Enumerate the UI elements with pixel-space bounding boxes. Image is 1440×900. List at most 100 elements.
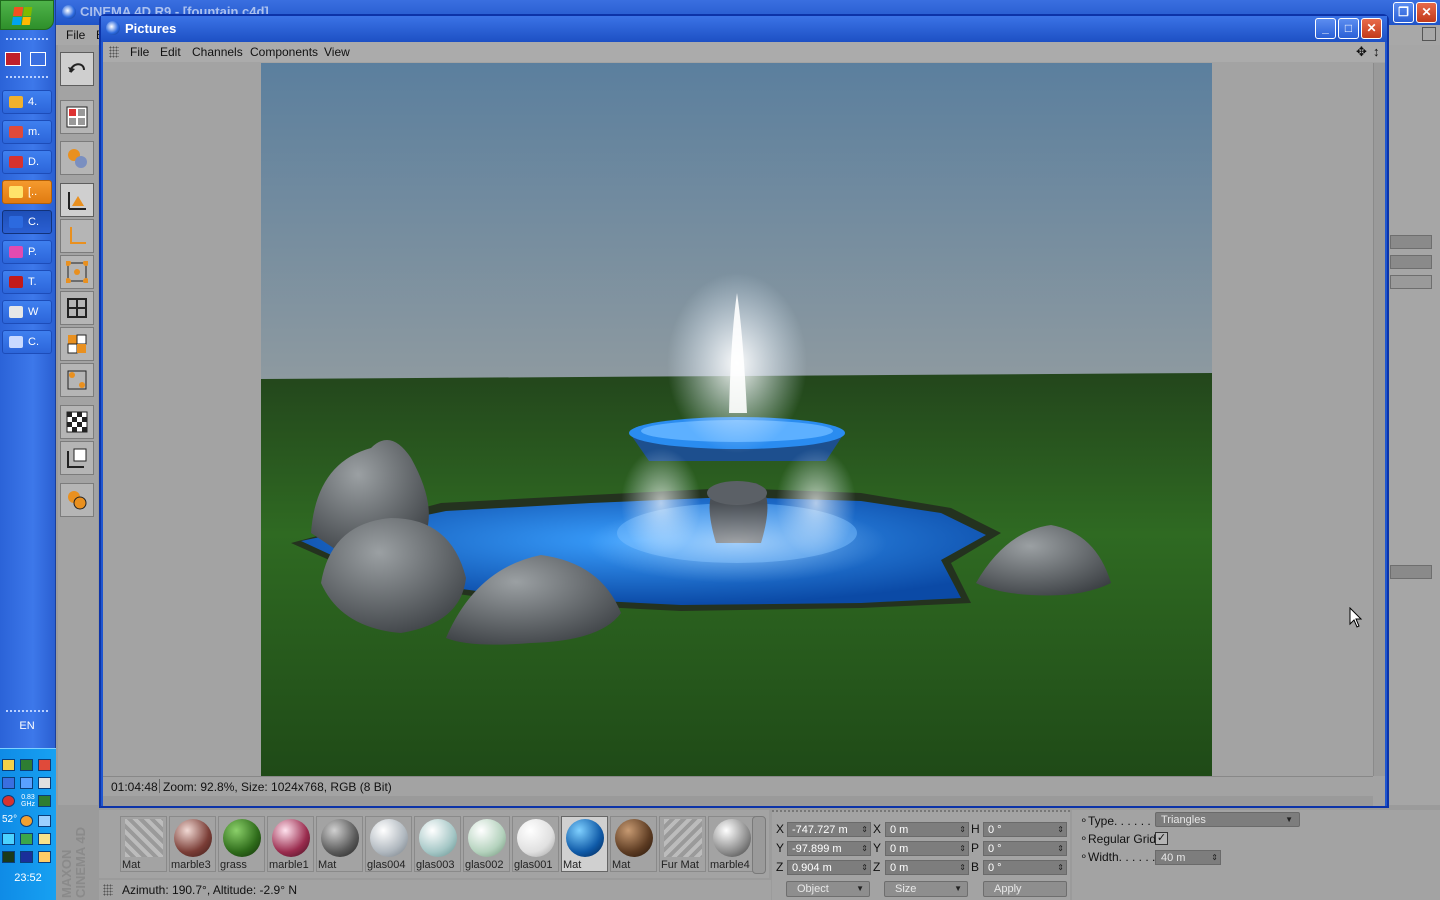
material-swatch[interactable]: glas001 [512, 816, 559, 872]
taskbar-task-2[interactable]: D. [2, 150, 52, 174]
side-panel-bar[interactable] [1390, 565, 1432, 579]
polygons-tool[interactable] [60, 327, 94, 361]
tray-cpu-icon[interactable] [20, 759, 33, 771]
position-field[interactable]: -97.899 m ⇕ [787, 841, 871, 856]
tray-arrows-icon[interactable] [20, 833, 33, 845]
rotation-field[interactable]: 0 ° ⇕ [983, 822, 1067, 837]
axis-tool[interactable] [60, 219, 94, 253]
tray-graph-icon[interactable] [2, 851, 15, 863]
taskbar-task-8[interactable]: C. [2, 330, 52, 354]
layout-icon[interactable] [1422, 27, 1436, 41]
maxon-logo: MAXON CINEMA 4D [59, 826, 88, 898]
taskbar-task-5[interactable]: P. [2, 240, 52, 264]
material-swatch[interactable]: Fur Mat [659, 816, 706, 872]
taskbar-task-3[interactable]: [.. [2, 180, 52, 204]
position-field[interactable]: 0.904 m ⇕ [787, 860, 871, 875]
tray-network-icon[interactable] [2, 777, 15, 789]
maximize-button[interactable]: □ [1338, 18, 1359, 39]
side-panel-bar[interactable] [1390, 235, 1432, 249]
taskbar-task-6[interactable]: T. [2, 270, 52, 294]
material-swatch[interactable]: glas004 [365, 816, 412, 872]
tray-disc-icon[interactable] [38, 815, 51, 827]
side-panel-bar[interactable] [1390, 255, 1432, 269]
size-mode-dropdown[interactable]: Size ▼ [884, 881, 968, 897]
task-app-icon [9, 246, 23, 258]
rotation-field[interactable]: 0 ° ⇕ [983, 860, 1067, 875]
tray-stats-icon[interactable] [20, 851, 33, 863]
points-tool[interactable] [60, 255, 94, 289]
horizontal-scrollbar[interactable] [103, 796, 1373, 806]
model-tool[interactable] [60, 183, 94, 217]
pictures-titlebar[interactable]: Pictures _ □ ✕ [101, 16, 1387, 42]
menu-edit[interactable]: Edit [160, 45, 181, 59]
material-swatch[interactable]: marble4 [708, 816, 755, 872]
main-menu-file[interactable]: File [66, 28, 85, 42]
rotation-field[interactable]: 0 ° ⇕ [983, 841, 1067, 856]
material-swatch[interactable]: Mat [561, 816, 608, 872]
menu-view[interactable]: View [324, 45, 350, 59]
tray-speaker-icon[interactable] [38, 777, 51, 789]
undo-tool[interactable] [60, 52, 94, 86]
regular-grid-checkbox[interactable]: ✓ [1155, 832, 1168, 845]
menu-channels[interactable]: Channels [192, 45, 243, 59]
vertical-scrollbar[interactable] [1373, 63, 1385, 776]
coordinate-mode-dropdown[interactable]: Object ▼ [786, 881, 870, 897]
taskbar-task-7[interactable]: W [2, 300, 52, 324]
type-dropdown[interactable]: Triangles ▼ [1155, 812, 1300, 827]
close-button[interactable]: ✕ [1361, 18, 1382, 39]
start-button[interactable] [0, 0, 54, 30]
quicklaunch-save-icon[interactable] [5, 52, 21, 66]
taskbar: 4. m. D. [.. C. P. T. W C. EN 0.83 GHz 52° 23:52 [0, 0, 56, 900]
edges-tool[interactable] [60, 291, 94, 325]
position-field[interactable]: -747.727 m ⇕ [787, 822, 871, 837]
taskbar-grip[interactable] [6, 38, 48, 41]
material-swatch[interactable]: marble1 [267, 816, 314, 872]
main-restore-button[interactable]: ❐ [1393, 2, 1414, 23]
tray-record-icon[interactable] [2, 795, 15, 807]
coordinates-grip[interactable] [772, 810, 1070, 816]
tray-network2-icon[interactable] [20, 777, 33, 789]
texture-tool[interactable] [60, 405, 94, 439]
move-view-icon[interactable]: ✥ [1356, 44, 1367, 60]
material-swatch[interactable]: Mat [120, 816, 167, 872]
size-field[interactable]: 0 m ⇕ [885, 822, 969, 837]
viewport-layout-tool[interactable] [60, 100, 94, 134]
animation-tool[interactable] [60, 483, 94, 517]
taskbar-task-0[interactable]: 4. [2, 90, 52, 114]
taskbar-task-4[interactable]: C. [2, 210, 52, 234]
material-swatch[interactable]: grass [218, 816, 265, 872]
material-swatch[interactable]: glas003 [414, 816, 461, 872]
quicklaunch-network-icon[interactable] [30, 52, 46, 66]
tray-folder-icon[interactable] [2, 759, 15, 771]
taskbar-task-1[interactable]: m. [2, 120, 52, 144]
tray-app-icon[interactable] [38, 759, 51, 771]
apply-button[interactable]: Apply [983, 881, 1067, 897]
material-swatch[interactable]: marble3 [169, 816, 216, 872]
scale-view-icon[interactable]: ↕ [1373, 44, 1380, 59]
glass-icon [370, 819, 408, 857]
tray-meter-icon[interactable] [38, 795, 51, 807]
texture-axis-tool[interactable] [60, 441, 94, 475]
main-close-button[interactable]: ✕ [1416, 2, 1437, 23]
tray-alert-icon[interactable] [20, 815, 33, 827]
menu-file[interactable]: File [130, 45, 149, 59]
language-indicator[interactable]: EN [0, 720, 54, 740]
material-swatch[interactable]: glas002 [463, 816, 510, 872]
render-tool[interactable] [60, 141, 94, 175]
clock[interactable]: 23:52 [0, 872, 56, 888]
side-panel-dropdown[interactable] [1390, 275, 1432, 289]
material-scrollbar[interactable] [752, 816, 766, 874]
tray-security-icon[interactable] [38, 833, 51, 845]
object-mode-tool[interactable] [60, 363, 94, 397]
material-swatch[interactable]: Mat [316, 816, 363, 872]
size-field[interactable]: 0 m ⇕ [885, 841, 969, 856]
minimize-button[interactable]: _ [1315, 18, 1336, 39]
tray-bulb-icon[interactable] [38, 851, 51, 863]
taskbar-grip[interactable] [6, 76, 48, 79]
size-field[interactable]: 0 m ⇕ [885, 860, 969, 875]
menu-components[interactable]: Components [250, 45, 318, 59]
width-field[interactable]: 40 m ⇕ [1155, 850, 1221, 865]
material-swatch[interactable]: Mat [610, 816, 657, 872]
taskbar-grip[interactable] [6, 710, 48, 713]
tray-monitor-icon[interactable] [2, 833, 15, 845]
